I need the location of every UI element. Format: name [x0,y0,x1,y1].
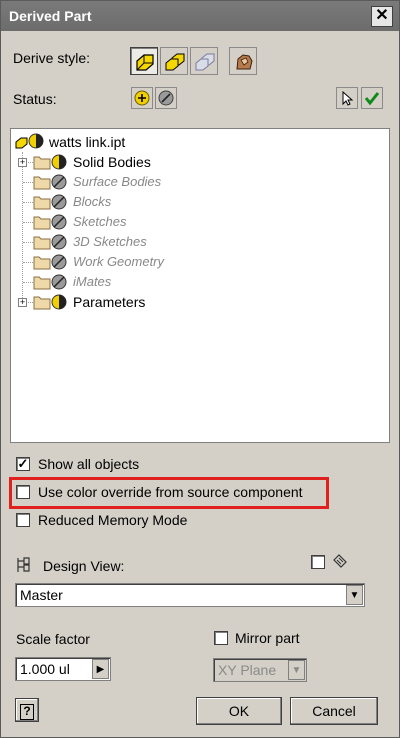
help-button[interactable]: ? [15,698,39,722]
status-exclude-button[interactable] [155,87,177,109]
tree-item-label: Work Geometry [73,254,165,269]
derive-composite-button[interactable] [229,47,257,75]
tree-root-label: watts link.ipt [49,134,126,150]
tree-item-label: Solid Bodies [73,154,151,170]
mirror-plane-value: XY Plane [218,662,277,678]
chevron-right-icon[interactable]: ▶ [92,659,109,679]
include-plus-icon [134,90,150,106]
expand-icon[interactable]: + [18,158,27,167]
scale-factor-label: Scale factor [16,631,90,647]
folder-exclude-icon [33,274,67,290]
design-view-select[interactable]: Master ▼ [15,583,365,607]
folder-exclude-icon [33,254,67,270]
derive-surface-button[interactable] [190,47,218,75]
scale-factor-value: 1.000 ul [20,661,70,677]
tree-item-label: Blocks [73,194,112,209]
mirror-part-checkbox[interactable] [214,631,228,645]
chevron-down-icon[interactable]: ▼ [288,660,305,680]
composite-body-icon [236,54,253,70]
folder-exclude-icon [33,234,67,250]
tree-item-label: Parameters [73,294,146,310]
folder-include-icon [33,294,67,310]
mirror-plane-select[interactable]: XY Plane ▼ [213,658,307,682]
tree-connector [23,262,33,263]
folder-include-icon [33,154,67,170]
help-icon: ? [20,704,34,720]
multi-solid-icon [165,53,185,71]
folder-exclude-icon [33,194,67,210]
design-view-associative-checkbox[interactable] [311,555,325,569]
status-label: Status: [13,91,57,107]
derive-style-label: Derive style: [13,50,91,66]
scale-factor-input[interactable]: 1.000 ul ▶ [15,657,111,681]
derive-tree[interactable]: watts link.ipt + Solid Bodies Surface Bodi… [10,128,390,443]
use-color-override-label: Use color override from source component [38,484,303,500]
tree-item-label: Surface Bodies [73,174,162,189]
exclude-icon [158,90,174,106]
close-button[interactable]: ✕ [371,6,393,27]
chevron-down-icon[interactable]: ▼ [346,585,363,605]
select-button[interactable] [336,87,358,109]
tree-connector [22,152,23,302]
part-file-icon [15,133,44,149]
cancel-button[interactable]: Cancel [290,697,378,725]
derive-single-solid-button[interactable] [130,47,158,75]
folder-exclude-icon [33,174,67,190]
single-solid-icon [136,54,154,71]
show-all-objects-label: Show all objects [38,456,140,472]
tree-item-label: 3D Sketches [73,234,147,249]
design-view-icon [17,557,30,572]
surface-body-icon [195,53,215,71]
design-view-label: Design View: [43,558,125,574]
title-bar: Derived Part ✕ [1,1,399,31]
expand-icon[interactable]: + [18,298,27,307]
derived-part-dialog: Derived Part ✕ Derive style: Status: wat… [0,0,400,738]
tree-item-label: Sketches [73,214,127,229]
mirror-part-label: Mirror part [235,630,300,646]
apply-check-button[interactable] [361,87,383,109]
tree-connector [23,242,33,243]
folder-exclude-icon [33,214,67,230]
show-all-objects-checkbox[interactable]: ✓ [16,457,30,471]
use-color-override-checkbox[interactable] [16,485,30,499]
derive-solid-bodies-button[interactable] [160,47,188,75]
tree-connector [23,202,33,203]
status-include-button[interactable] [131,87,153,109]
tree-connector [23,222,33,223]
cursor-arrow-icon [342,90,354,106]
tree-item-label: iMates [73,274,112,289]
ok-button[interactable]: OK [196,697,282,725]
design-view-value: Master [20,587,63,603]
reduced-memory-label: Reduced Memory Mode [38,512,188,528]
reduced-memory-checkbox[interactable] [16,513,30,527]
check-icon [364,92,380,106]
link-icon [333,554,347,568]
window-title: Derived Part [9,8,92,24]
tree-connector [23,282,33,283]
tree-connector [23,182,33,183]
